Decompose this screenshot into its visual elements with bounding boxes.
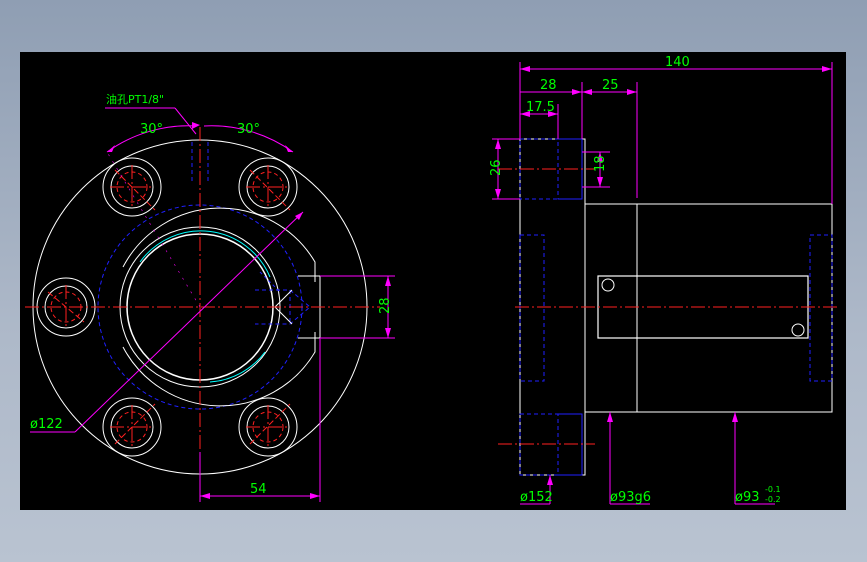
tol-upper-label: -0.1 xyxy=(765,485,781,494)
dim-d93-label: ø93 xyxy=(735,490,760,505)
angle-arrow-r1 xyxy=(285,145,293,152)
side-centerlines xyxy=(498,168,840,445)
dim54-arrow-r xyxy=(310,493,320,499)
dim-28-front-label: 28 xyxy=(378,297,393,314)
dim28-arrow-b xyxy=(385,328,391,338)
dim28-arrow-t xyxy=(385,276,391,286)
dim-140-label: 140 xyxy=(665,55,690,70)
angle-ref-left xyxy=(106,151,201,308)
dim-d93g6-label: ø93g6 xyxy=(610,490,651,505)
tol-lower-label: -0.2 xyxy=(765,495,781,504)
angle-left-label: 30° xyxy=(140,122,163,137)
cad-viewport-frame: 油孔PT1/8" 30° 30° ø122 54 28 140 28 25 17… xyxy=(0,0,867,562)
dim-28-side-label: 28 xyxy=(540,78,557,93)
dim-25-label: 25 xyxy=(602,78,619,93)
dim-26-label: 26 xyxy=(489,159,504,176)
drawing-canvas[interactable]: 油孔PT1/8" 30° 30° ø122 54 28 140 28 25 17… xyxy=(20,52,846,510)
side-extensions xyxy=(492,62,833,504)
oil-hole-label: 油孔PT1/8" xyxy=(106,92,164,106)
dim-18-label: 18 xyxy=(593,155,608,172)
dim-54-label: 54 xyxy=(250,482,267,497)
front-view xyxy=(25,107,395,502)
side-view xyxy=(492,62,840,505)
dim54-arrow-l xyxy=(200,493,210,499)
tube-screw-1 xyxy=(601,278,615,292)
dim-17-5-label: 17.5 xyxy=(526,100,555,115)
pcd-dim-label: ø122 xyxy=(30,417,63,432)
nut-body xyxy=(584,203,833,413)
flange-section xyxy=(519,138,586,476)
drawing-svg: 油孔PT1/8" 30° 30° ø122 54 28 140 28 25 17… xyxy=(25,55,840,505)
angle-arrow-center xyxy=(192,122,200,129)
pcd-leader-line xyxy=(74,211,304,433)
side-dimension-lines xyxy=(497,68,832,505)
dim-d152-label: ø152 xyxy=(520,490,553,505)
oil-hole-leader-2 xyxy=(174,107,197,135)
angle-right-label: 30° xyxy=(237,122,260,137)
tube-screw-2 xyxy=(791,323,805,337)
